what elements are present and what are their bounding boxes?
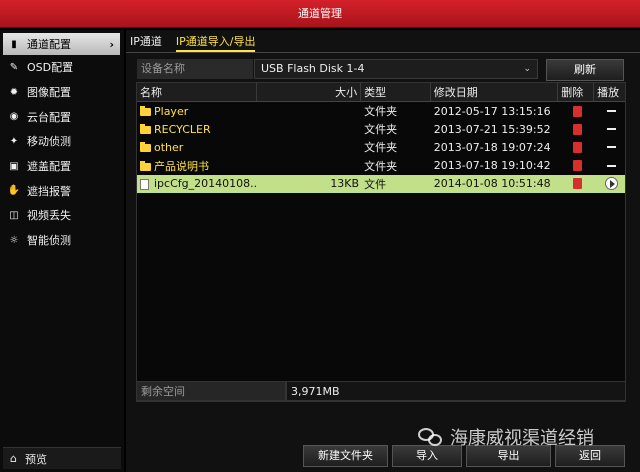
edit-icon: ✎ (9, 61, 19, 73)
sidebar-item-channel-config[interactable]: ▮ 通道配置 › (3, 33, 120, 55)
sidebar-item-label: 视频丢失 (27, 209, 71, 223)
header-date[interactable]: 修改日期 (431, 83, 559, 101)
file-name: 产品说明书 (154, 159, 209, 173)
refresh-button[interactable]: 刷新 (546, 59, 624, 81)
dash-icon (606, 110, 616, 113)
sidebar-item-label: 遮挡报警 (27, 184, 71, 198)
dash-icon (606, 146, 616, 149)
table-row[interactable]: 产品说明书 文件夹 2013-07-18 19:10:42 (137, 157, 625, 175)
header-delete: 删除 (558, 83, 595, 101)
sidebar-item-label: 移动侦测 (27, 135, 71, 149)
trash-icon[interactable] (573, 160, 583, 172)
back-button[interactable]: 返回 (555, 445, 625, 467)
file-date: 2012-05-17 13:15:16 (433, 104, 551, 118)
header-play: 播放 (597, 86, 620, 99)
header-type[interactable]: 类型 (361, 83, 431, 101)
trash-icon[interactable] (573, 105, 583, 117)
file-name: RECYCLER (154, 122, 211, 136)
file-date: 2013-07-18 19:10:42 (433, 159, 551, 173)
free-space-label: 剩余空间 (136, 381, 286, 401)
tab-divider (126, 52, 640, 53)
window-title: 通道管理 (0, 0, 640, 28)
file-date: 2013-07-18 19:07:24 (433, 140, 551, 154)
import-button[interactable]: 导入 (392, 445, 462, 467)
folder-icon (140, 141, 151, 152)
play-icon[interactable] (604, 177, 618, 191)
dash-icon (606, 164, 616, 167)
ptz-icon: ◉ (9, 111, 19, 123)
preview-label: 预览 (24, 452, 47, 466)
home-icon: ⌂ (10, 452, 17, 465)
file-date: 2014-01-08 10:51:48 (433, 177, 551, 191)
file-table: 名称 大小 类型 修改日期 删除 播放 Player 文件夹 2012-05-1… (136, 82, 626, 402)
preview-button[interactable]: ⌂ 预览 (3, 447, 121, 469)
folder-icon (140, 160, 151, 171)
trash-icon[interactable] (573, 178, 583, 190)
table-row[interactable]: RECYCLER 文件夹 2013-07-21 15:39:52 (137, 120, 625, 138)
folder-icon (140, 105, 151, 116)
file-name: other (154, 140, 184, 154)
hand-icon: ✋ (7, 185, 21, 197)
sidebar-item-label: 云台配置 (27, 110, 71, 124)
file-type: 文件 (364, 177, 387, 191)
folder-icon (140, 123, 151, 134)
main-panel: IP通道 IP通道导入/导出 设备名称 USB Flash Disk 1-4 ⌄… (126, 30, 640, 472)
chevron-down-icon: ⌄ (523, 64, 531, 74)
table-row[interactable]: Player 文件夹 2012-05-17 13:15:16 (137, 102, 625, 120)
new-folder-button[interactable]: 新建文件夹 (303, 445, 388, 467)
file-name: Player (154, 104, 189, 118)
sidebar-item-label: 图像配置 (27, 86, 71, 100)
device-select[interactable]: USB Flash Disk 1-4 ⌄ (254, 59, 538, 79)
sidebar-item-label: 智能侦测 (27, 234, 71, 248)
tab-ip-channel-import-export[interactable]: IP通道导入/导出 (175, 34, 256, 52)
sidebar-item-smart-detection[interactable]: ☼ 智能侦测 (0, 228, 124, 253)
sidebar-item-label: OSD配置 (27, 61, 74, 75)
header-name[interactable]: 名称 (137, 83, 257, 101)
tab-bar: IP通道 IP通道导入/导出 (130, 34, 256, 52)
tab-ip-channel[interactable]: IP通道 (130, 34, 162, 52)
mask-icon: ▣ (9, 160, 19, 172)
file-name: ipcCfg_20140108... (154, 177, 257, 191)
export-button[interactable]: 导出 (466, 445, 551, 467)
file-date: 2013-07-21 15:39:52 (433, 122, 551, 136)
sidebar: ▮ 通道配置 › ✎ OSD配置 ✹ 图像配置 ◉ 云台配置 ✦ 移动侦测 ▣ … (0, 30, 124, 472)
free-space-value: 3,971MB (286, 381, 626, 401)
table-row[interactable]: other 文件夹 2013-07-18 19:07:24 (137, 138, 625, 156)
chevron-right-icon: › (109, 37, 114, 51)
file-icon (140, 178, 149, 190)
sidebar-item-mask-config[interactable]: ▣ 遮盖配置 (0, 154, 124, 179)
trash-icon[interactable] (573, 141, 583, 153)
video-loss-icon: ◫ (9, 209, 19, 221)
table-header: 名称 大小 类型 修改日期 删除 播放 (137, 83, 625, 102)
sidebar-item-video-loss[interactable]: ◫ 视频丢失 (0, 203, 124, 228)
header-size[interactable]: 大小 (257, 83, 362, 101)
file-type: 文件夹 (364, 159, 398, 173)
sidebar-item-osd-config[interactable]: ✎ OSD配置 (0, 55, 124, 80)
smart-detect-icon: ☼ (9, 234, 19, 246)
sidebar-item-image-config[interactable]: ✹ 图像配置 (0, 80, 124, 105)
device-name-label: 设备名称 (137, 59, 253, 79)
dash-icon (606, 128, 616, 131)
trash-icon[interactable] (573, 123, 583, 135)
motion-icon: ✦ (9, 135, 19, 147)
sidebar-item-tamper-alarm[interactable]: ✋ 遮挡报警 (0, 178, 124, 203)
sidebar-item-label: 遮盖配置 (27, 160, 71, 174)
sidebar-item-label: 通道配置 (27, 38, 71, 51)
image-icon: ✹ (9, 86, 19, 98)
table-row-selected[interactable]: ipcCfg_20140108... 13KB 文件 2014-01-08 10… (137, 174, 625, 193)
file-type: 文件夹 (364, 105, 398, 119)
sidebar-item-ptz-config[interactable]: ◉ 云台配置 (0, 104, 124, 129)
file-type: 文件夹 (364, 141, 398, 155)
device-select-value: USB Flash Disk 1-4 (261, 62, 365, 75)
camera-icon: ▮ (11, 38, 17, 50)
file-size: 13KB (330, 177, 360, 191)
file-type: 文件夹 (364, 123, 398, 137)
sidebar-item-motion-detection[interactable]: ✦ 移动侦测 (0, 129, 124, 154)
